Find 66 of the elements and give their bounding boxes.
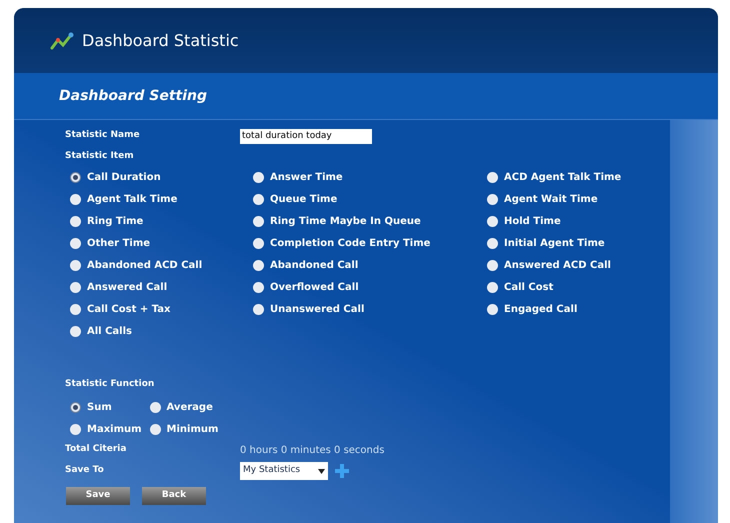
option-label: Unanswered Call — [270, 302, 364, 316]
radio-button[interactable] — [150, 424, 161, 434]
caret-icon — [318, 468, 325, 474]
option-label: Ring Time — [87, 214, 144, 228]
action-button[interactable]: Save — [66, 487, 130, 505]
radio-button[interactable] — [253, 282, 264, 292]
option-label: Agent Wait Time — [504, 192, 598, 206]
option-label: Call Cost + Tax — [87, 302, 170, 316]
radio-button[interactable] — [70, 172, 81, 182]
radio-button[interactable] — [253, 216, 264, 226]
option-label: Completion Code Entry Time — [270, 236, 430, 250]
radio-button[interactable] — [253, 260, 264, 270]
radio-button[interactable] — [487, 216, 498, 226]
statistic-name-field[interactable]: total duration today — [240, 128, 372, 144]
option-label: Ring Time Maybe In Queue — [270, 214, 421, 228]
option-label: Engaged Call — [504, 302, 578, 316]
option-label: Abandoned Call — [270, 258, 358, 272]
total-duration-value: 0 hours 0 minutes 0 seconds — [240, 444, 384, 458]
chart-logo-icon — [50, 30, 74, 50]
field-label: Total Citeria — [65, 443, 128, 456]
radio-button[interactable] — [487, 238, 498, 248]
field-label: Statistic Function — [65, 378, 156, 391]
option-label: Call Cost — [504, 280, 554, 294]
radio-button[interactable] — [253, 194, 264, 204]
action-button[interactable]: Back — [142, 487, 206, 505]
radio-button[interactable] — [253, 172, 264, 182]
radio-button[interactable] — [487, 304, 498, 314]
option-label: All Calls — [87, 324, 132, 338]
option-label: Sum — [87, 400, 112, 414]
save-to-dropdown[interactable]: My Statistics — [240, 462, 328, 480]
option-label: ACD Agent Talk Time — [504, 170, 622, 184]
option-label: Minimum — [166, 422, 218, 436]
radio-button[interactable] — [487, 172, 498, 182]
field-label: Statistic Item — [65, 150, 135, 163]
radio-button[interactable] — [70, 260, 81, 270]
radio-button[interactable] — [150, 402, 161, 412]
option-label: Overflowed Call — [270, 280, 359, 294]
option-label: Call Duration — [87, 170, 161, 184]
radio-button[interactable] — [487, 282, 498, 292]
radio-button[interactable] — [70, 304, 81, 314]
option-label: Queue Time — [270, 192, 338, 206]
radio-button[interactable] — [70, 238, 81, 248]
radio-button[interactable] — [70, 194, 81, 204]
option-label: Other Time — [87, 236, 150, 250]
radio-button[interactable] — [253, 304, 264, 314]
radio-button[interactable] — [70, 216, 81, 226]
radio-button[interactable] — [253, 238, 264, 248]
option-label: Hold Time — [504, 214, 561, 228]
option-label: Average — [166, 400, 213, 414]
radio-button[interactable] — [70, 282, 81, 292]
radio-button[interactable] — [70, 402, 81, 412]
option-label: Initial Agent Time — [504, 236, 605, 250]
radio-button[interactable] — [487, 260, 498, 270]
app-title: Dashboard Statistic — [82, 30, 239, 52]
section-title: Dashboard Setting — [59, 86, 208, 106]
option-label: Agent Talk Time — [87, 192, 178, 206]
field-label: Save To — [65, 464, 105, 478]
radio-button[interactable] — [487, 194, 498, 204]
option-label: Maximum — [87, 422, 142, 436]
radio-button[interactable] — [70, 326, 81, 336]
radio-button[interactable] — [70, 424, 81, 434]
option-label: Abandoned ACD Call — [87, 258, 202, 272]
option-label: Answered ACD Call — [504, 258, 611, 272]
option-label: Answer Time — [270, 170, 343, 184]
option-label: Answered Call — [87, 280, 168, 294]
field-label: Statistic Name — [65, 129, 141, 142]
